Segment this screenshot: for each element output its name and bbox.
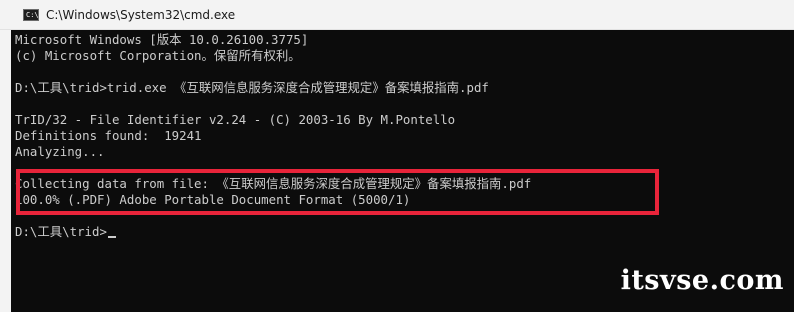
console-line: Definitions found: 19241: [15, 128, 202, 143]
console-line: Analyzing...: [15, 144, 105, 159]
text-cursor: [107, 236, 116, 238]
title-bar[interactable]: C:\ C:\Windows\System32\cmd.exe: [0, 0, 794, 30]
console-prompt-line[interactable]: D:\工具\trid>: [15, 224, 116, 240]
console-line: D:\工具\trid>trid.exe 《互联网信息服务深度合成管理规定》备案填…: [15, 80, 489, 95]
watermark: itsvse.com: [620, 265, 784, 296]
cmd-window: C:\ C:\Windows\System32\cmd.exe Microsof…: [0, 0, 794, 312]
console-prompt: D:\工具\trid>: [15, 224, 107, 239]
cmd-icon[interactable]: C:\: [23, 9, 39, 21]
cmd-icon-glyph: C:\: [26, 11, 39, 19]
console-line: Collecting data from file: 《互联网信息服务深度合成管…: [15, 176, 532, 191]
console-line: Microsoft Windows [版本 10.0.26100.3775]: [15, 32, 309, 47]
console-line: TrID/32 - File Identifier v2.24 - (C) 20…: [15, 112, 456, 127]
console-line: (c) Microsoft Corporation。保留所有权利。: [15, 48, 301, 63]
window-left-edge: [0, 30, 11, 312]
console-output[interactable]: Microsoft Windows [版本 10.0.26100.3775] (…: [11, 30, 794, 312]
console-line: 100.0% (.PDF) Adobe Portable Document Fo…: [15, 192, 411, 207]
window-title: C:\Windows\System32\cmd.exe: [46, 8, 236, 22]
